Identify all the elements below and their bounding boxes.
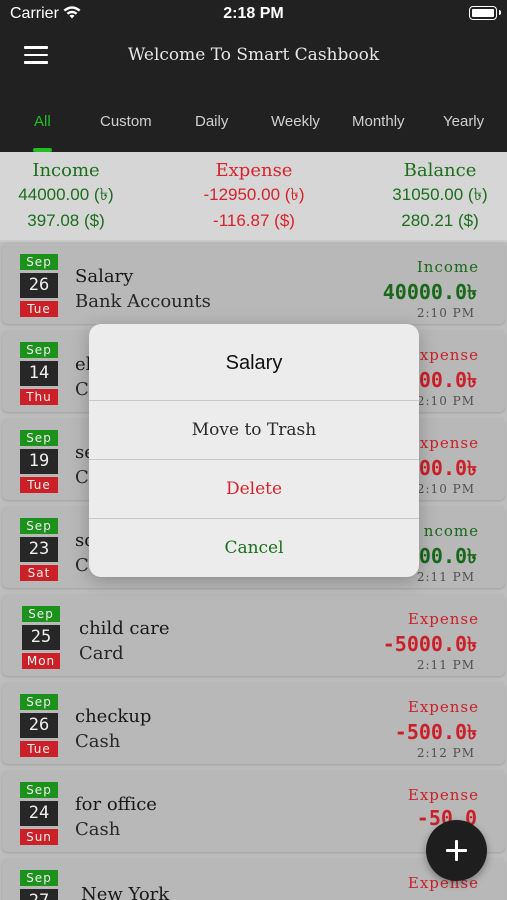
- date-day: 26: [20, 273, 58, 298]
- transaction-account: Cash: [75, 819, 121, 840]
- transaction-row[interactable]: Sep 25 Mon child care Card Expense -5000…: [2, 594, 505, 676]
- transaction-account: Bank Accounts: [75, 291, 211, 312]
- tab-yearly[interactable]: Yearly: [443, 113, 484, 130]
- transaction-title: checkup: [75, 706, 152, 727]
- balance-heading: Balance: [403, 160, 477, 181]
- date-day: 24: [20, 801, 58, 826]
- transaction-time: 2:10 PM: [416, 482, 475, 496]
- balance-summary: Balance 31050.00 (৳) 280.21 ($): [380, 160, 500, 234]
- date-month: Sep: [20, 694, 58, 710]
- income-usd: 397.08 ($): [27, 211, 105, 230]
- balance-usd: 280.21 ($): [401, 211, 479, 230]
- date-day: 23: [20, 537, 58, 562]
- transaction-title: New York: [81, 884, 170, 900]
- transaction-title: for office: [75, 794, 157, 815]
- transaction-account: Card: [79, 643, 124, 664]
- date-day: 14: [20, 361, 58, 386]
- transaction-time: 2:10 PM: [416, 394, 475, 408]
- transaction-row[interactable]: Sep 26 Tue Salary Bank Accounts Income 4…: [2, 242, 505, 324]
- tab-custom[interactable]: Custom: [100, 113, 152, 130]
- transaction-type: Expense: [407, 786, 479, 804]
- date-day: 19: [20, 449, 58, 474]
- date-weekday: Tue: [20, 301, 58, 317]
- expense-heading: Expense: [215, 160, 293, 181]
- tab-monthly[interactable]: Monthly: [352, 113, 405, 130]
- expense-summary: Expense -12950.00 (৳) -116.87 ($): [190, 160, 318, 234]
- transaction-type: xpense: [419, 434, 479, 452]
- transaction-time: 2:10 PM: [416, 306, 475, 320]
- date-month: Sep: [22, 606, 60, 622]
- income-heading: Income: [32, 160, 100, 181]
- expense-usd: -116.87 ($): [213, 211, 295, 230]
- transaction-time: 2:11 PM: [416, 570, 475, 584]
- date-badge: Sep 26 Tue: [20, 694, 58, 757]
- date-month: Sep: [20, 782, 58, 798]
- transaction-account: C: [75, 467, 89, 488]
- tab-weekly[interactable]: Weekly: [271, 113, 320, 130]
- add-transaction-button[interactable]: [426, 820, 487, 881]
- delete-button[interactable]: Delete: [89, 459, 419, 518]
- balance-bdt: 31050.00 (৳): [392, 185, 488, 204]
- date-badge: Sep 26 Tue: [20, 254, 58, 317]
- transaction-type: Expense: [407, 698, 479, 716]
- income-bdt: 44000.00 (৳): [18, 185, 114, 204]
- transaction-account: Cash: [75, 731, 121, 752]
- date-day: 25: [22, 625, 60, 650]
- date-month: Sep: [20, 342, 58, 358]
- battery-icon: [469, 6, 501, 20]
- date-badge: Sep 19 Tue: [20, 430, 58, 493]
- transaction-title: Salary: [75, 266, 134, 287]
- transaction-type: Income: [416, 258, 479, 276]
- transaction-time: 2:11 PM: [416, 658, 475, 672]
- date-badge: Sep 23 Sat: [20, 518, 58, 581]
- date-badge: Sep 27: [20, 870, 58, 900]
- nav-bar: Welcome To Smart Cashbook: [0, 30, 507, 90]
- status-bar: Carrier 2:18 PM: [0, 0, 507, 30]
- date-month: Sep: [20, 870, 58, 886]
- transaction-type: ncome: [423, 522, 479, 540]
- transaction-row[interactable]: Sep 26 Tue checkup Cash Expense -500.0৳ …: [2, 682, 505, 764]
- cancel-button[interactable]: Cancel: [89, 518, 419, 577]
- date-badge: Sep 14 Thu: [20, 342, 58, 405]
- date-badge: Sep 24 Sun: [20, 782, 58, 845]
- dialog-title: Salary: [225, 352, 283, 374]
- transaction-time: 2:12 PM: [416, 746, 475, 760]
- date-weekday: Mon: [22, 653, 60, 669]
- period-tabs: All Custom Daily Weekly Monthly Yearly: [0, 90, 507, 152]
- date-weekday: Tue: [20, 741, 58, 757]
- status-time: 2:18 PM: [223, 5, 284, 22]
- transaction-type: Expense: [407, 610, 479, 628]
- date-month: Sep: [20, 518, 58, 534]
- transaction-title: child care: [79, 618, 170, 639]
- date-weekday: Tue: [20, 477, 58, 493]
- date-badge: Sep 25 Mon: [22, 606, 60, 669]
- date-weekday: Sat: [20, 565, 58, 581]
- income-summary: Income 44000.00 (৳) 397.08 ($): [6, 160, 126, 234]
- date-month: Sep: [20, 254, 58, 270]
- date-day: 27: [20, 889, 58, 900]
- date-weekday: Thu: [20, 389, 58, 405]
- page-title: Welcome To Smart Cashbook: [127, 45, 380, 65]
- move-to-trash-button[interactable]: Move to Trash: [89, 400, 419, 459]
- date-day: 26: [20, 713, 58, 738]
- tab-daily[interactable]: Daily: [195, 113, 228, 130]
- date-month: Sep: [20, 430, 58, 446]
- transaction-account: C: [75, 379, 89, 400]
- transaction-type: xpense: [419, 346, 479, 364]
- transaction-action-dialog: Salary Move to Trash Delete Cancel: [89, 324, 419, 577]
- expense-bdt: -12950.00 (৳): [203, 185, 305, 204]
- summary-panel: Income 44000.00 (৳) 397.08 ($) Expense -…: [0, 152, 507, 242]
- date-weekday: Sun: [20, 829, 58, 845]
- tab-all[interactable]: All: [34, 113, 51, 130]
